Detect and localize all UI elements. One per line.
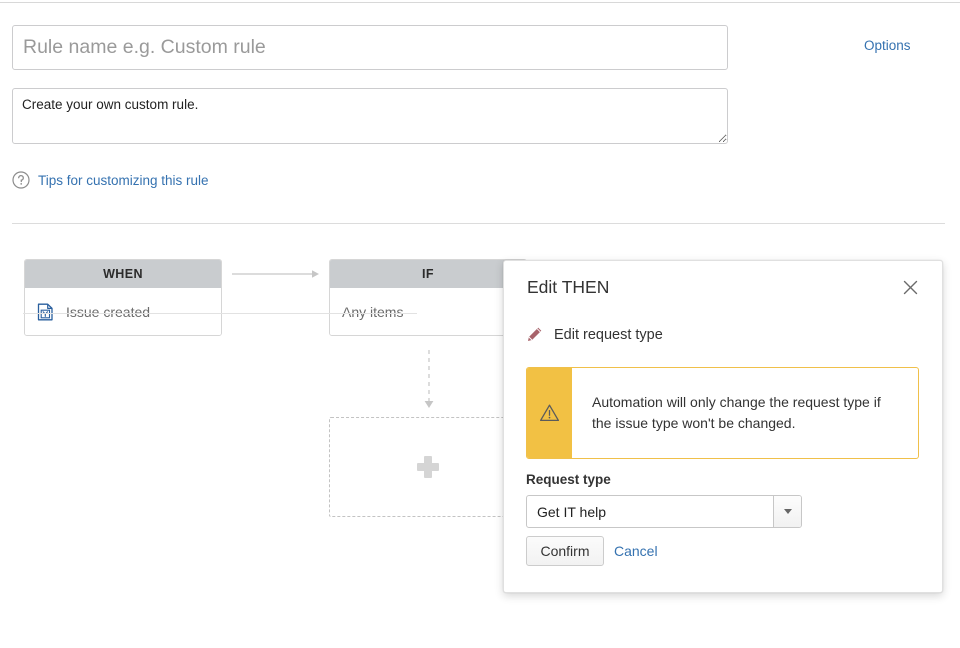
flow-card-when-body[interactable]: Issue created [25, 288, 221, 335]
dialog-title-divider [23, 313, 417, 314]
flow-card-when-label: Issue created [66, 304, 150, 320]
flow-card-if[interactable]: IF Any items [329, 259, 527, 336]
confirm-button[interactable]: Confirm [526, 536, 604, 566]
rule-description-textarea[interactable] [12, 88, 728, 144]
question-circle-icon [12, 171, 30, 189]
add-component-placeholder[interactable] [329, 417, 527, 517]
request-type-dropdown-button[interactable] [773, 496, 801, 527]
plus-icon [417, 456, 439, 478]
dialog-title: Edit THEN [527, 277, 609, 298]
top-divider [0, 2, 960, 3]
flow-card-if-body[interactable]: Any items [330, 288, 526, 335]
warning-stripe [527, 368, 572, 458]
flow-card-if-label: Any items [342, 304, 403, 320]
warning-triangle-icon [539, 403, 560, 423]
options-link[interactable]: Options [864, 38, 911, 53]
flow-card-when-header: WHEN [25, 260, 221, 288]
request-type-select[interactable]: Get IT help [526, 495, 802, 528]
close-icon[interactable] [898, 275, 922, 299]
flow-card-when[interactable]: WHEN Issue created [24, 259, 222, 336]
arrow-right-icon [232, 268, 320, 280]
tips-link-row[interactable]: Tips for customizing this rule [12, 171, 209, 189]
warning-message: Automation will only change the request … [572, 368, 918, 458]
rule-name-input[interactable] [12, 25, 728, 70]
close-icon-glyph [903, 280, 918, 295]
warning-banner: Automation will only change the request … [526, 367, 919, 459]
request-type-selected-value: Get IT help [527, 496, 773, 527]
cancel-link[interactable]: Cancel [614, 543, 658, 559]
issue-document-icon [37, 303, 54, 321]
dialog-action-label: Edit request type [554, 327, 663, 343]
dialog-action-row: Edit request type [526, 326, 663, 343]
tips-link-label: Tips for customizing this rule [38, 173, 209, 188]
flow-card-if-header: IF [330, 260, 526, 288]
chevron-down-icon [784, 509, 792, 514]
pencil-icon [526, 326, 543, 343]
dialog-titlebar: Edit THEN [504, 261, 942, 313]
arrow-down-dashed-icon [418, 350, 440, 412]
section-divider [12, 223, 945, 224]
request-type-label: Request type [526, 472, 611, 487]
